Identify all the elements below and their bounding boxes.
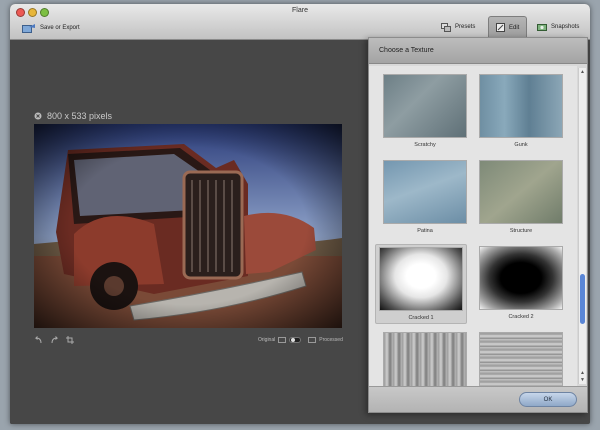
app-window: Flare Save or Export Presets Edit Snapsh… <box>10 4 590 424</box>
texture-item-gunk[interactable]: Gunk <box>475 74 567 148</box>
texture-thumbnail <box>479 74 563 138</box>
tab-presets[interactable]: Presets <box>434 16 482 38</box>
scroll-up-icon[interactable]: ▲ <box>580 370 585 376</box>
texture-thumbnail <box>379 247 463 311</box>
texture-thumbnail <box>383 74 467 138</box>
close-circle-icon[interactable] <box>34 112 42 120</box>
scrollbar-thumb[interactable] <box>580 274 585 324</box>
scroll-up-icon[interactable]: ▲ <box>580 69 585 75</box>
tab-edit-label: Edit <box>509 24 520 31</box>
texture-thumbnail <box>479 160 563 224</box>
redo-icon[interactable] <box>50 336 59 344</box>
texture-item-cracked-1[interactable]: Cracked 1 <box>375 244 467 324</box>
original-label: Original <box>258 337 276 343</box>
texture-thumbnail <box>479 332 563 386</box>
crop-icon[interactable] <box>66 336 74 344</box>
snapshots-icon <box>537 23 547 31</box>
texture-label: Patina <box>417 228 433 234</box>
texture-thumbnail <box>479 246 563 310</box>
original-processed-toggle[interactable] <box>289 337 302 343</box>
texture-panel: Choose a Texture Scratchy Gunk Patina St… <box>368 37 588 413</box>
texture-item-structure[interactable]: Structure <box>475 160 567 234</box>
compare-controls: Original Processed <box>258 337 343 343</box>
ok-button[interactable]: OK <box>519 392 577 407</box>
save-export-label: Save or Export <box>40 25 80 31</box>
tab-presets-label: Presets <box>455 24 476 30</box>
edit-icon <box>496 23 505 32</box>
texture-label: Structure <box>509 228 533 234</box>
texture-item-streaks-2[interactable] <box>475 332 567 386</box>
texture-item-cracked-2[interactable]: Cracked 2 <box>475 246 567 320</box>
texture-thumbnail <box>383 160 467 224</box>
tab-snapshots-label: Snapshots <box>551 24 580 30</box>
texture-label: Cracked 1 <box>408 315 434 321</box>
texture-item-patina[interactable]: Patina <box>379 160 471 234</box>
texture-scrollbar[interactable]: ▲ ▲ ▼ <box>578 68 586 384</box>
original-view-icon[interactable] <box>278 337 287 343</box>
processed-view-icon[interactable] <box>308 337 317 343</box>
title-bar: Flare Save or Export Presets Edit Snapsh… <box>10 4 590 40</box>
texture-label: Gunk <box>514 142 528 148</box>
tab-edit[interactable]: Edit <box>488 16 528 38</box>
texture-panel-title: Choose a Texture <box>369 38 587 64</box>
image-size-text: 800 x 533 pixels <box>47 111 113 121</box>
image-tools <box>34 336 81 344</box>
processed-label: Processed <box>319 337 343 343</box>
texture-item-scratchy[interactable]: Scratchy <box>379 74 471 148</box>
canvas-area: 800 x 533 pixels Original Processed <box>10 41 370 424</box>
save-export-button[interactable]: Save or Export <box>22 19 80 37</box>
presets-icon <box>441 22 451 32</box>
scroll-down-icon[interactable]: ▼ <box>580 377 585 383</box>
texture-thumbnail <box>383 332 467 386</box>
texture-label: Scratchy <box>414 142 436 148</box>
tab-snapshots[interactable]: Snapshots <box>530 16 586 38</box>
window-title: Flare <box>292 7 308 14</box>
undo-icon[interactable] <box>34 336 43 344</box>
texture-grid: Scratchy Gunk Patina Structure Cracked 1… <box>369 66 577 386</box>
texture-item-streaks-1[interactable] <box>379 332 471 386</box>
export-icon <box>22 24 35 33</box>
image-size-label: 800 x 533 pixels <box>34 111 112 121</box>
texture-label: Cracked 2 <box>508 314 534 320</box>
vintage-car-photo <box>34 124 342 328</box>
photo-preview[interactable] <box>34 124 342 328</box>
texture-panel-footer: OK <box>369 386 587 412</box>
